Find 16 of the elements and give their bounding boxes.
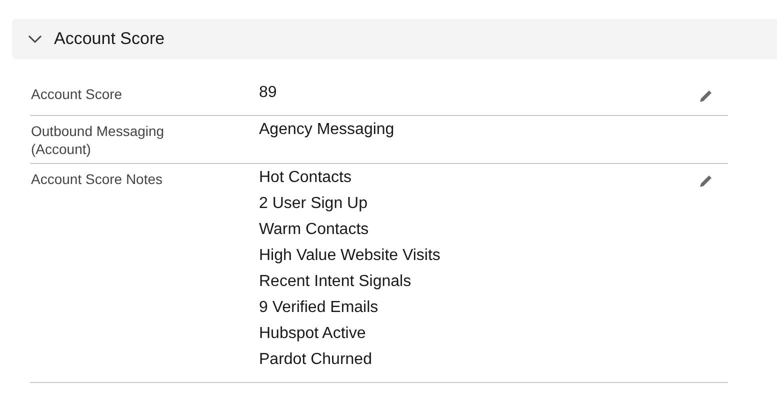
section-header[interactable]: Account Score xyxy=(12,19,777,59)
field-label: Account Score Notes xyxy=(30,170,164,189)
field-value: Recent Intent Signals xyxy=(259,272,412,292)
pencil-icon[interactable] xyxy=(698,88,714,104)
field-value: Pardot Churned xyxy=(259,350,372,370)
field-value: Warm Contacts xyxy=(259,220,369,240)
pencil-icon[interactable] xyxy=(698,173,714,189)
field-label: Outbound Messaging (Account) xyxy=(30,122,166,158)
field-value: Hubspot Active xyxy=(259,324,366,344)
field-value: High Value Website Visits xyxy=(259,246,440,266)
field-label: Account Score xyxy=(30,85,124,104)
field-value: Agency Messaging xyxy=(259,120,394,140)
field-value: 9 Verified Emails xyxy=(259,298,378,318)
field-value: Hot Contacts xyxy=(259,168,352,188)
field-value: 2 User Sign Up xyxy=(259,194,368,214)
field-value: 89 xyxy=(259,83,277,103)
